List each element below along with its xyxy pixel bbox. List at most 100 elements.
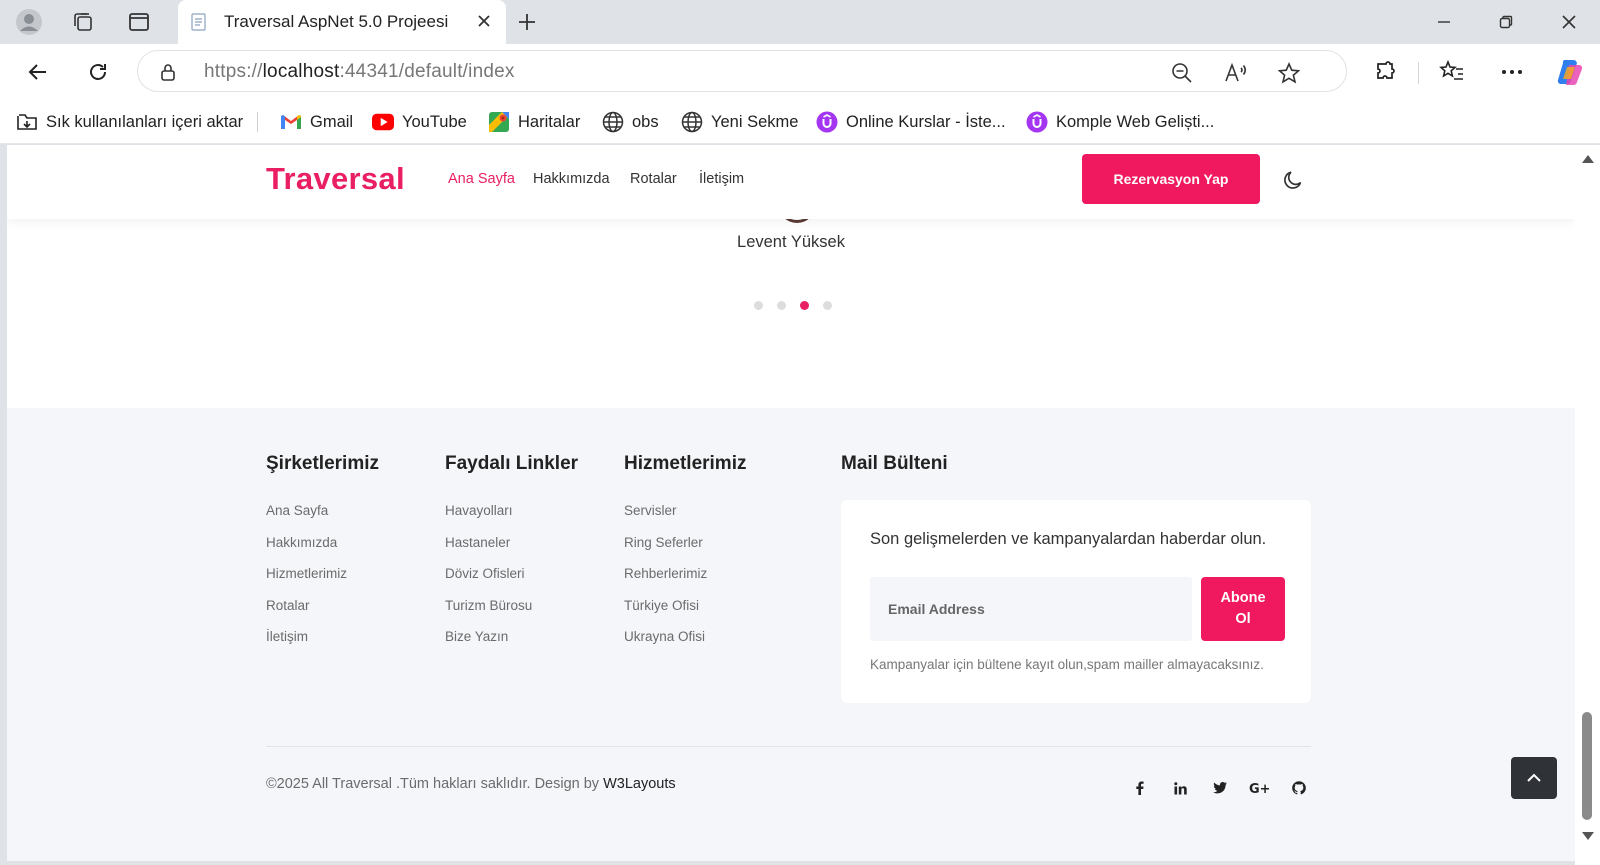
reload-icon[interactable] xyxy=(80,54,116,90)
back-to-top-button[interactable] xyxy=(1511,757,1557,799)
footer-link[interactable]: Döviz Ofisleri xyxy=(445,566,578,598)
footer-link[interactable]: İletişim xyxy=(266,629,379,661)
bookmark-new-tab[interactable]: Yeni Sekme xyxy=(681,110,798,134)
footer-link[interactable]: Rehberlerimiz xyxy=(624,566,746,598)
nav-about[interactable]: Hakkımızda xyxy=(533,171,610,187)
facebook-icon[interactable] xyxy=(1130,778,1150,798)
active-tab[interactable]: Traversal AspNet 5.0 Projeesi xyxy=(178,0,506,44)
lock-icon[interactable] xyxy=(158,62,178,87)
carousel-dots xyxy=(754,301,832,310)
google-plus-icon[interactable]: G+ xyxy=(1249,778,1269,798)
nav-routes[interactable]: Rotalar xyxy=(630,171,677,187)
read-aloud-icon[interactable] xyxy=(1224,61,1248,85)
linkedin-icon[interactable] xyxy=(1170,778,1190,798)
browser-toolbar: https://localhost:44341/default/index xyxy=(0,44,1600,100)
bookmark-label: Yeni Sekme xyxy=(711,112,799,131)
footer-link[interactable]: Hastaneler xyxy=(445,535,578,567)
new-tab-icon[interactable] xyxy=(510,6,544,38)
bookmark-online-courses[interactable]: Online Kurslar - İste... xyxy=(816,110,1006,134)
extensions-icon[interactable] xyxy=(1368,54,1404,90)
bookmarks-separator xyxy=(257,112,258,132)
footer-link[interactable]: Türkiye Ofisi xyxy=(624,598,746,630)
dark-mode-moon-icon[interactable] xyxy=(1282,169,1304,196)
scroll-down-arrow-icon[interactable] xyxy=(1582,827,1594,845)
footer-link[interactable]: Rotalar xyxy=(266,598,379,630)
designer-link[interactable]: W3Layouts xyxy=(603,776,676,792)
nav-contact[interactable]: İletişim xyxy=(699,171,744,187)
bookmark-obs[interactable]: obs xyxy=(602,110,659,134)
nav-home[interactable]: Ana Sayfa xyxy=(448,171,515,187)
newsletter-email-input[interactable] xyxy=(870,577,1192,641)
footer-link[interactable]: Ana Sayfa xyxy=(266,503,379,535)
restore-icon[interactable] xyxy=(1482,6,1530,38)
footer-link[interactable]: Havayolları xyxy=(445,503,578,535)
collections-icon[interactable] xyxy=(66,6,100,38)
copilot-icon[interactable] xyxy=(1552,54,1588,90)
bookmark-label: Online Kurslar - İste... xyxy=(846,112,1006,131)
bookmarks-bar: Sık kullanılanları içeri aktar Gmail You… xyxy=(0,100,1600,144)
bookmark-label: obs xyxy=(632,112,659,131)
footer-newsletter-column: Mail Bülteni xyxy=(841,453,948,475)
profile-icon[interactable] xyxy=(12,6,46,38)
url-text[interactable]: https://localhost:44341/default/index xyxy=(204,61,515,83)
footer-link[interactable]: Bize Yazın xyxy=(445,629,578,661)
bookmark-web-dev[interactable]: Komple Web Geliști... xyxy=(1026,110,1214,134)
zoom-out-icon[interactable] xyxy=(1170,61,1194,85)
footer-link[interactable]: Turizm Bürosu xyxy=(445,598,578,630)
footer-link[interactable]: Ring Seferler xyxy=(624,535,746,567)
page-icon xyxy=(190,13,208,31)
bookmark-import[interactable]: Sık kullanılanları içeri aktar xyxy=(16,110,243,134)
github-icon[interactable] xyxy=(1289,778,1309,798)
footer-column-title: Hizmetlerimiz xyxy=(624,453,747,474)
carousel-dot-3[interactable] xyxy=(800,301,809,310)
carousel-dot-4[interactable] xyxy=(823,301,832,310)
footer-link[interactable]: Hizmetlerimiz xyxy=(266,566,379,598)
vertical-tabs-icon[interactable] xyxy=(122,6,156,38)
scroll-up-arrow-icon[interactable] xyxy=(1582,150,1594,168)
back-icon[interactable] xyxy=(20,54,56,90)
svg-text:G+: G+ xyxy=(1249,782,1269,795)
carousel-dot-2[interactable] xyxy=(777,301,786,310)
favorites-icon[interactable] xyxy=(1434,54,1470,90)
footer-link[interactable]: Hakkımızda xyxy=(266,535,379,567)
bookmark-label: Gmail xyxy=(310,112,354,131)
newsletter-note: Kampanyalar için bültene kayıt olun,spam… xyxy=(870,657,1264,672)
bookmark-label: Sık kullanılanları içeri aktar xyxy=(46,112,244,131)
carousel-dot-1[interactable] xyxy=(754,301,763,310)
youtube-icon xyxy=(372,111,394,133)
toolbar-divider xyxy=(1418,62,1419,84)
bookmark-label: Haritalar xyxy=(518,112,581,131)
maps-icon xyxy=(488,111,510,133)
twitter-icon[interactable] xyxy=(1210,778,1230,798)
site-header: Traversal Ana Sayfa Hakkımızda Rotalar İ… xyxy=(7,145,1575,219)
gmail-icon xyxy=(280,111,302,133)
address-bar[interactable]: https://localhost:44341/default/index xyxy=(137,50,1347,92)
udemy-icon xyxy=(1026,111,1048,133)
close-tab-icon[interactable] xyxy=(474,11,494,31)
scrollbar-thumb[interactable] xyxy=(1582,712,1592,820)
footer-link[interactable]: Ukrayna Ofisi xyxy=(624,629,746,661)
minimize-icon[interactable] xyxy=(1420,6,1468,38)
bookmark-gmail[interactable]: Gmail xyxy=(280,110,353,134)
close-window-icon[interactable] xyxy=(1545,6,1593,38)
more-icon[interactable] xyxy=(1494,54,1530,90)
globe-icon xyxy=(602,111,624,133)
bookmark-youtube[interactable]: YouTube xyxy=(372,110,467,134)
footer-companies-column: Şirketlerimiz Ana Sayfa Hakkımızda Hizme… xyxy=(266,453,379,661)
page-viewport: Traversal Ana Sayfa Hakkımızda Rotalar İ… xyxy=(7,145,1575,861)
bookmark-maps[interactable]: Haritalar xyxy=(488,110,580,134)
globe-icon xyxy=(681,111,703,133)
footer-link[interactable]: Servisler xyxy=(624,503,746,535)
page-scrollbar[interactable] xyxy=(1575,145,1600,865)
subscribe-button[interactable]: Abone Ol xyxy=(1201,577,1285,641)
newsletter-text: Son gelişmelerden ve kampanyalardan habe… xyxy=(870,530,1267,548)
copyright-text: ©2025 All Traversal .Tüm hakları saklıdı… xyxy=(266,776,676,792)
footer-divider xyxy=(266,746,1311,747)
favorite-star-icon[interactable] xyxy=(1277,61,1301,85)
tab-title: Traversal AspNet 5.0 Projeesi xyxy=(224,12,449,31)
site-footer: Şirketlerimiz Ana Sayfa Hakkımızda Hizme… xyxy=(7,408,1575,861)
bookmark-label: Komple Web Geliști... xyxy=(1056,112,1215,131)
udemy-icon xyxy=(816,111,838,133)
reservation-button[interactable]: Rezervasyon Yap xyxy=(1082,154,1260,204)
site-logo[interactable]: Traversal xyxy=(266,161,405,197)
